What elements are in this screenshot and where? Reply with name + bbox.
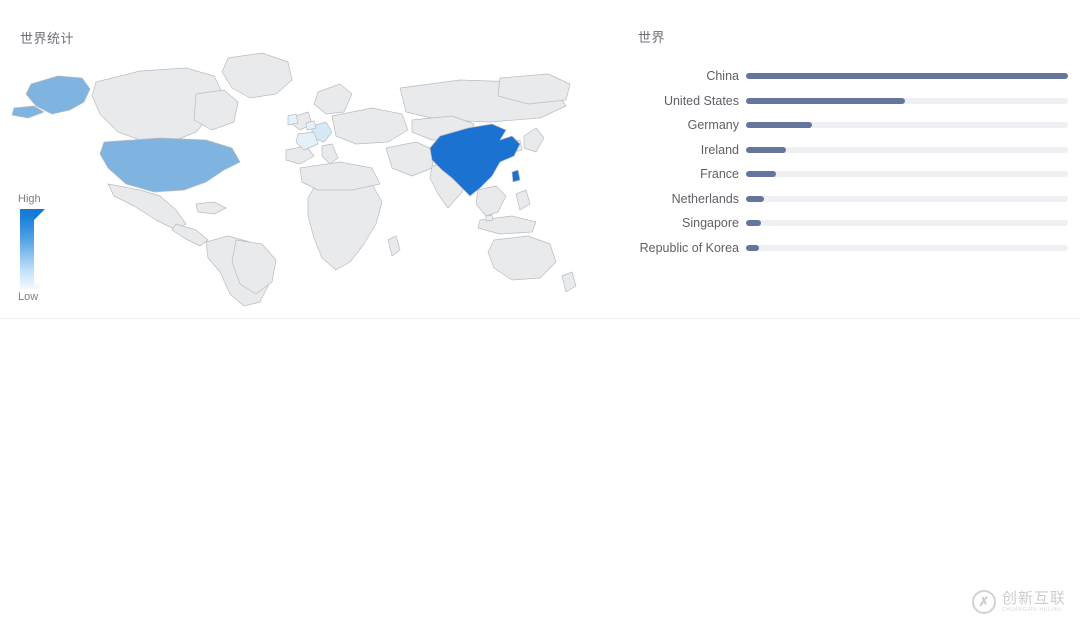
world-map-legend[interactable]: High Low — [18, 193, 78, 304]
legend-gradient-bar[interactable] — [20, 209, 54, 289]
region-new-zealand — [561, 271, 577, 293]
watermark-text: 创新互联 CHUANGXIN HULIAN — [1002, 591, 1066, 613]
bar-fill — [746, 122, 813, 128]
legend-gradient — [20, 209, 34, 289]
region-ireland — [287, 113, 299, 126]
bar-track — [746, 97, 1068, 104]
bar-fill — [746, 244, 760, 251]
region-africa — [307, 177, 383, 271]
watermark-subtitle: CHUANGXIN HULIAN — [1001, 607, 1062, 613]
bar-label: Germany — [687, 118, 739, 132]
region-united-states — [99, 137, 241, 193]
bar-label: France — [700, 167, 739, 181]
bar-row[interactable]: Netherlands — [630, 191, 1080, 216]
region-italy — [321, 143, 339, 165]
bar-label: Republic of Korea — [639, 240, 739, 255]
region-central-america — [171, 223, 209, 247]
world-statistics-panel: 世界统计 High Low 世界 China United States Ger… — [0, 0, 1080, 318]
bar-row[interactable]: Ireland — [630, 142, 1080, 167]
region-middle-east — [385, 141, 435, 177]
bar-track — [746, 146, 1068, 153]
statistics-dashboard: 世界统计 High Low 世界 China United States Ger… — [0, 0, 1080, 624]
region-europe-east — [331, 107, 409, 145]
legend-low-label: Low — [18, 291, 39, 303]
region-southeast-asia — [475, 185, 507, 217]
bar-row[interactable]: Singapore — [630, 215, 1080, 240]
region-singapore — [485, 214, 494, 222]
region-netherlands — [305, 120, 317, 131]
bar-row[interactable]: Germany — [630, 117, 1080, 142]
bar-row[interactable]: United States — [630, 93, 1080, 118]
bar-track — [746, 220, 1068, 226]
region-greenland — [221, 52, 293, 99]
watermark-logo-icon: ✗ — [971, 590, 996, 614]
bar-label: United States — [663, 93, 739, 108]
bar-label: Singapore — [682, 216, 739, 230]
world-bar-chart: China United States Germany Ireland France Ne… — [630, 68, 1080, 264]
legend-handle-low-icon[interactable] — [34, 280, 43, 289]
bar-row[interactable]: China — [630, 68, 1080, 93]
bar-track — [746, 195, 1068, 202]
region-china-taiwan — [511, 169, 521, 183]
world-choropleth-map[interactable] — [0, 44, 600, 309]
region-scandinavia — [313, 83, 353, 115]
bar-label: Netherlands — [671, 191, 739, 206]
region-north-africa — [299, 161, 381, 191]
bar-row[interactable]: Republic of Korea — [630, 240, 1080, 265]
bar-row[interactable]: France — [630, 166, 1080, 191]
region-canada-east — [193, 89, 239, 131]
bar-track — [746, 171, 1068, 177]
bar-fill — [746, 146, 786, 153]
bar-fill — [746, 195, 765, 202]
region-madagascar — [387, 235, 401, 257]
watermark: ✗ 创新互联 CHUANGXIN HULIAN — [971, 590, 1066, 614]
bar-label: China — [706, 69, 739, 83]
bar-fill — [746, 73, 1068, 79]
watermark-name: 创新互联 — [1001, 590, 1066, 607]
bar-fill — [746, 220, 761, 226]
region-philippines — [515, 189, 531, 211]
region-iberia — [285, 145, 315, 165]
region-caribbean — [195, 201, 227, 215]
world-bar-chart-title: 世界 — [638, 30, 666, 45]
legend-high-label: High — [18, 193, 41, 205]
bar-fill — [746, 97, 906, 104]
bar-label: Ireland — [700, 142, 739, 157]
world-map-svg[interactable] — [0, 44, 600, 309]
domestic-statistics-panel: 国内统计 — [0, 319, 1080, 624]
legend-handle-high-icon[interactable] — [34, 209, 45, 220]
bar-track — [746, 244, 1068, 251]
bar-fill — [746, 171, 776, 177]
bar-track — [746, 73, 1068, 79]
bar-track — [746, 122, 1068, 128]
